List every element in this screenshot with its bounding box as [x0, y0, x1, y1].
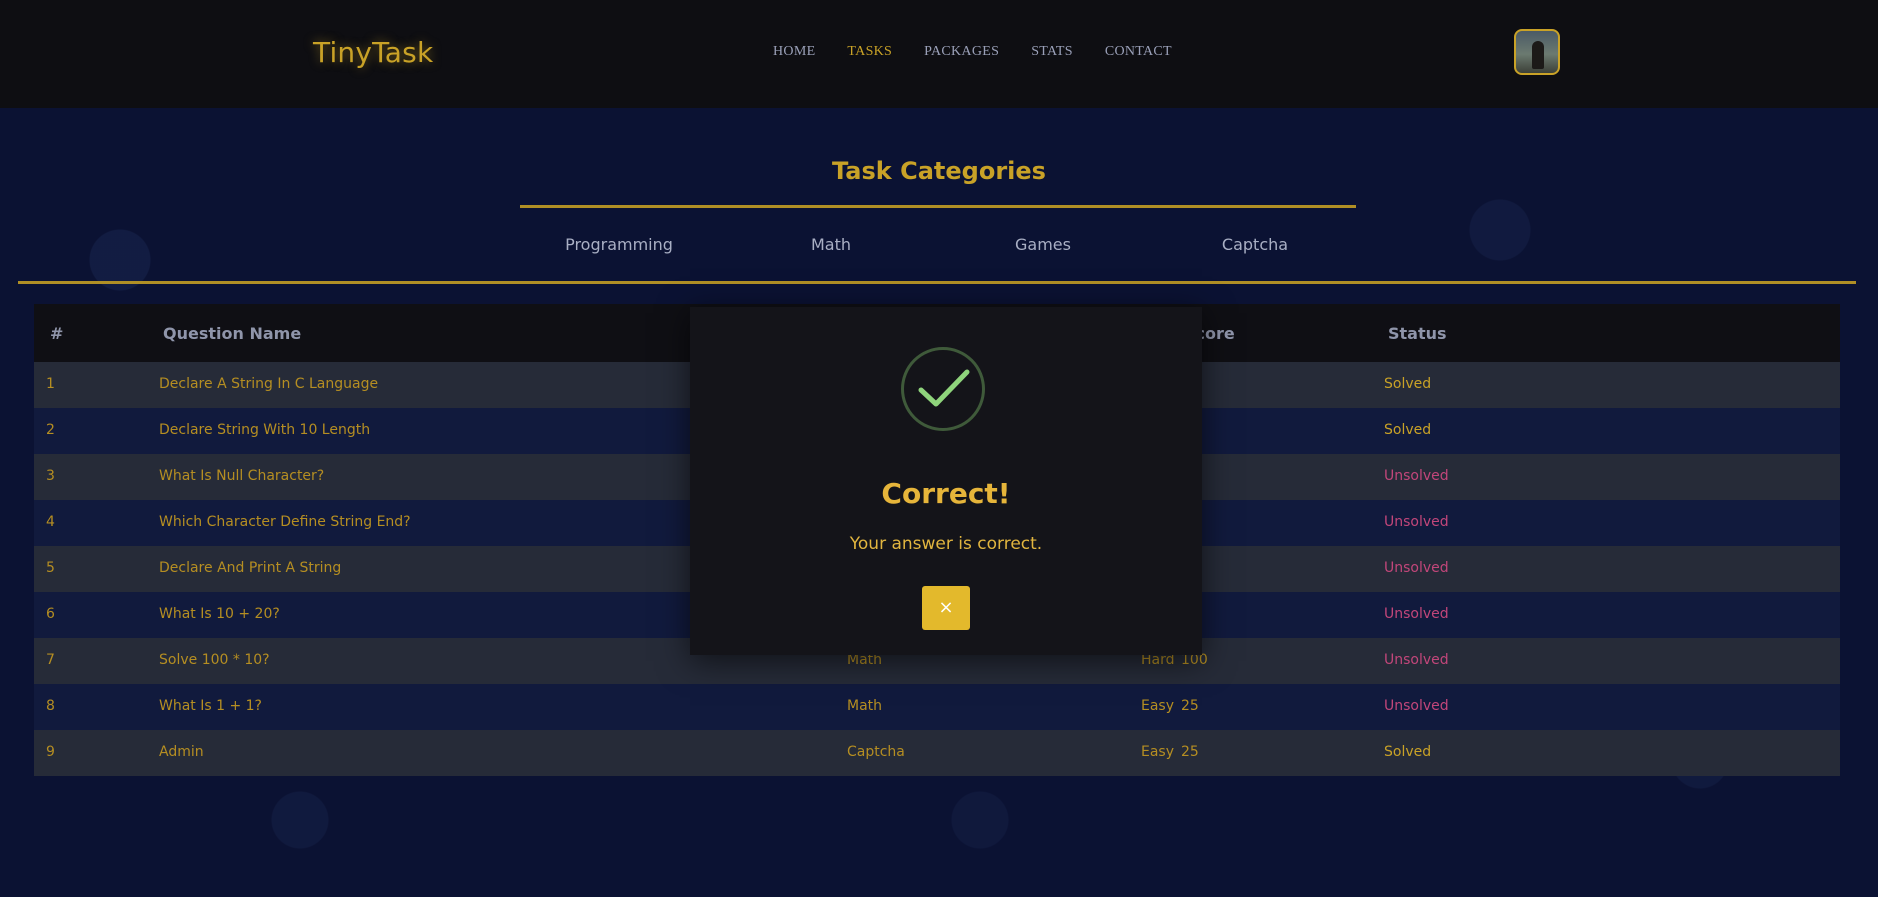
cell-difficulty: Easy [1141, 698, 1175, 714]
modal-title: Correct! [881, 477, 1011, 510]
cell-question-name[interactable]: What Is 10 + 20? [159, 606, 280, 622]
cell-question-name[interactable]: Admin [159, 744, 204, 760]
tab-math[interactable]: Math [811, 235, 851, 254]
cell-score: 25 [1181, 698, 1199, 714]
checkmark-icon [918, 369, 970, 407]
cell-number: 3 [46, 468, 55, 484]
cell-status: Unsolved [1384, 468, 1449, 484]
section-divider [18, 281, 1856, 284]
nav-stats[interactable]: STATS [1031, 44, 1073, 60]
nav-tasks[interactable]: TASKS [847, 44, 892, 60]
cell-status: Unsolved [1384, 560, 1449, 576]
cell-status: Unsolved [1384, 514, 1449, 530]
table-row[interactable]: 8 What Is 1 + 1? Math Easy 25 Unsolved [34, 684, 1840, 730]
top-navbar: TinyTask HOME TASKS PACKAGES STATS CONTA… [0, 0, 1878, 108]
main-nav: HOME TASKS PACKAGES STATS CONTACT [773, 44, 1204, 60]
avatar-person-silhouette [1532, 41, 1544, 69]
cell-number: 6 [46, 606, 55, 622]
header-number: # [50, 324, 64, 343]
modal-message: Your answer is correct. [849, 534, 1043, 554]
cell-number: 5 [46, 560, 55, 576]
site-logo[interactable]: TinyTask [313, 36, 433, 69]
cell-question-name[interactable]: Declare A String In C Language [159, 376, 378, 392]
cell-status: Solved [1384, 744, 1432, 760]
tab-captcha[interactable]: Captcha [1222, 235, 1288, 254]
page: TinyTask HOME TASKS PACKAGES STATS CONTA… [0, 0, 1878, 897]
cell-number: 2 [46, 422, 55, 438]
cell-number: 1 [46, 376, 55, 392]
nav-contact[interactable]: CONTACT [1105, 44, 1172, 60]
cell-question-name[interactable]: Declare And Print A String [159, 560, 341, 576]
cell-question-name[interactable]: Declare String With 10 Length [159, 422, 370, 438]
close-icon: × [938, 597, 954, 618]
header-question-name: Question Name [163, 324, 302, 343]
cell-status: Solved [1384, 376, 1432, 392]
cell-status: Unsolved [1384, 606, 1449, 622]
cell-status: Solved [1384, 422, 1432, 438]
success-modal: Correct! Your answer is correct. × [690, 307, 1202, 655]
header-status: Status [1388, 324, 1447, 343]
cell-number: 8 [46, 698, 55, 714]
tab-games[interactable]: Games [1015, 235, 1071, 254]
cell-number: 4 [46, 514, 55, 530]
cell-question-name[interactable]: What Is 1 + 1? [159, 698, 262, 714]
cell-number: 9 [46, 744, 55, 760]
tab-programming[interactable]: Programming [565, 235, 673, 254]
cell-question-name[interactable]: Solve 100 * 10? [159, 652, 270, 668]
cell-number: 7 [46, 652, 55, 668]
cell-status: Unsolved [1384, 652, 1449, 668]
nav-home[interactable]: HOME [773, 44, 815, 60]
section-title: Task Categories [832, 157, 1046, 185]
close-modal-button[interactable]: × [922, 586, 970, 630]
cell-score: 25 [1181, 744, 1199, 760]
user-avatar[interactable] [1514, 29, 1560, 75]
cell-status: Unsolved [1384, 698, 1449, 714]
cell-difficulty: Easy [1141, 744, 1175, 760]
nav-packages[interactable]: PACKAGES [924, 44, 999, 60]
title-underline [520, 205, 1356, 208]
success-circle [901, 347, 985, 431]
cell-category: Captcha [847, 744, 905, 760]
cell-question-name[interactable]: Which Character Define String End? [159, 514, 411, 530]
table-row[interactable]: 9 Admin Captcha Easy 25 Solved [34, 730, 1840, 776]
cell-question-name[interactable]: What Is Null Character? [159, 468, 324, 484]
cell-category: Math [847, 698, 883, 714]
